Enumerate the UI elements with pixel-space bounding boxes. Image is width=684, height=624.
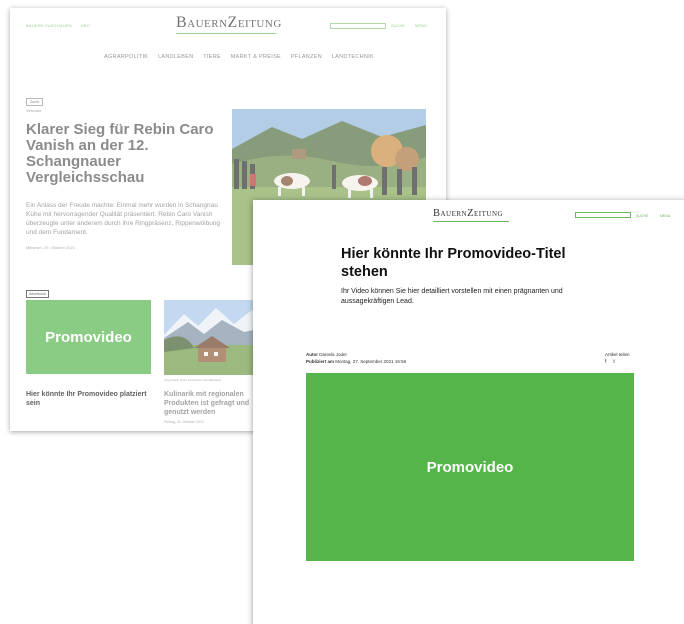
twitter-icon[interactable]: t (613, 359, 614, 365)
article-search-input[interactable] (575, 212, 631, 218)
author-name: Daniela Joder (319, 352, 348, 357)
featured-kicker: Viehzucht (26, 109, 42, 113)
advertorial-tag: Advertorial (26, 290, 49, 298)
promovideo-label: Promovideo (45, 328, 132, 346)
homepage-topbar: BAUERN ZUSCHAUEN ABO BauernZeitung SUCHE… (10, 8, 446, 48)
published-line: Publiziert am Montag, 27. September 2021… (306, 359, 406, 366)
homepage-menu-button[interactable]: MENÜ (415, 23, 427, 28)
article-meta: Autor Daniela Joder Publiziert am Montag… (306, 352, 406, 365)
article-menu-button[interactable]: MENÜ (660, 214, 670, 218)
nav-item-landtechnik[interactable]: LANDTECHNIK (332, 54, 374, 60)
card-photo-credit: Jorg Rusch (Foto Ferienhaus Schädlisfeld… (164, 378, 221, 382)
article-logo[interactable]: BauernZeitung (433, 208, 503, 219)
logo-underline (176, 33, 276, 34)
nav-item-tiere[interactable]: TIERE (203, 54, 221, 60)
promovideo-teaser-title[interactable]: Hier könnte Ihr Promovideo platziert sei… (26, 390, 151, 408)
featured-article-date: Mittwoch, 29. Oktober 2021 (26, 245, 75, 250)
featured-article-title[interactable]: Klarer Sieg für Rebin Caro Vanish an der… (26, 122, 216, 186)
article-search-button[interactable]: SUCHE (636, 214, 648, 218)
author-label: Autor (306, 352, 318, 357)
article-title: Hier könnte Ihr Promovideo-Titel stehen (341, 246, 566, 280)
homepage-promovideo-placeholder[interactable]: Promovideo (26, 300, 151, 374)
nav-item-landleben[interactable]: LANDLEBEN (158, 54, 193, 60)
article-preview: BauernZeitung SUCHE MENÜ Hier könnte Ihr… (253, 200, 684, 624)
nav-item-markt-preise[interactable]: MARKT & PREISE (231, 54, 281, 60)
share-label: Artikel teilen (605, 352, 630, 357)
nav-item-pflanzen[interactable]: PFLANZEN (291, 54, 322, 60)
homepage-search-button[interactable]: SUCHE (391, 23, 405, 28)
homepage-main-nav: AGRARPOLITIK LANDLEBEN TIERE MARKT & PRE… (104, 54, 382, 60)
toplink-bauern-zuschauen[interactable]: BAUERN ZUSCHAUEN (26, 23, 72, 28)
article-lead: Ihr Video können Sie hier detailliert vo… (341, 288, 563, 305)
homepage-toplinks: BAUERN ZUSCHAUEN ABO (26, 23, 98, 28)
article-promovideo-label: Promovideo (426, 458, 514, 476)
nav-item-agrarpolitik[interactable]: AGRARPOLITIK (104, 54, 148, 60)
homepage-search-input[interactable] (330, 23, 386, 29)
homepage-logo[interactable]: BauernZeitung (176, 14, 282, 32)
published-date: Montag, 27. September 2021 15:56 (335, 358, 407, 364)
featured-article-lead: Ein Anlass der Freude machte: Einmal meh… (26, 202, 221, 236)
share-icons: f t (605, 359, 630, 365)
card-article-date: Freitag, 22. Oktober 2021 (164, 420, 204, 424)
featured-category-tag[interactable]: Zucht (26, 98, 43, 106)
article-promovideo-player[interactable]: Promovideo (306, 373, 634, 561)
article-logo-underline (433, 221, 509, 222)
facebook-icon[interactable]: f (605, 359, 606, 365)
published-label: Publiziert am (306, 358, 335, 364)
share-box: Artikel teilen f t (605, 352, 630, 365)
toplink-abo[interactable]: ABO (81, 23, 90, 28)
